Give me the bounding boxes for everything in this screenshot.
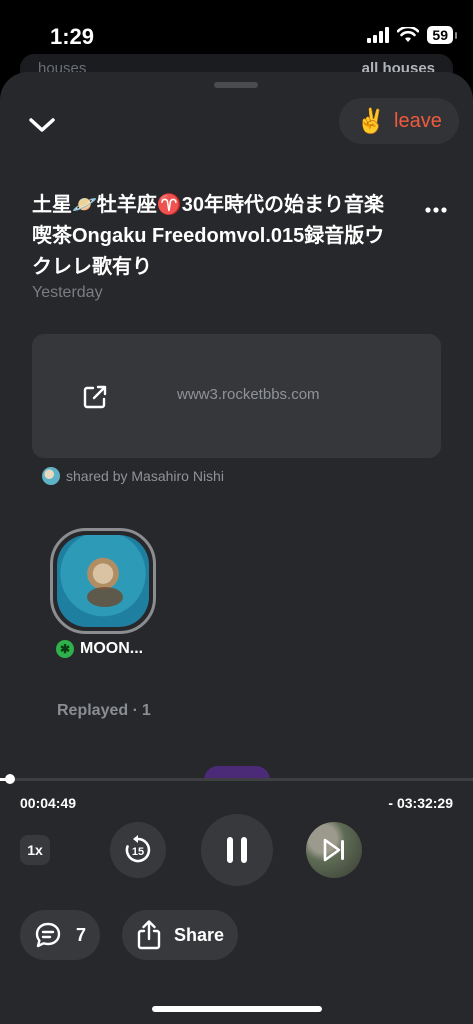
- playback-progress[interactable]: [0, 774, 473, 784]
- external-link-icon: [83, 385, 107, 409]
- share-label: Share: [173, 924, 225, 945]
- playback-speed-button[interactable]: 1x: [20, 835, 50, 865]
- peace-hand-icon: ✌️: [356, 107, 387, 135]
- sharer-avatar: [42, 467, 60, 485]
- battery-indicator: 59: [427, 26, 457, 44]
- pause-icon: [227, 837, 247, 863]
- remaining-time: - 03:32:29: [388, 795, 453, 811]
- share-button[interactable]: Share: [122, 910, 238, 960]
- rewind-seconds: 15: [132, 846, 144, 858]
- sheet-grabber[interactable]: [214, 82, 258, 88]
- shared-by-text: shared by Masahiro Nishi: [66, 468, 224, 484]
- more-dots-icon: [425, 207, 447, 213]
- comments-button[interactable]: 7: [20, 910, 100, 960]
- progress-scrubber[interactable]: [5, 774, 16, 784]
- link-card[interactable]: www3.rocketbbs.com: [32, 334, 441, 458]
- leave-label: leave: [394, 109, 442, 132]
- rewind-15-icon: 15: [125, 835, 151, 863]
- speaker-badge-icon: ✱: [56, 640, 74, 658]
- replay-sheet: ✌️ leave 土星🪐牡羊座♈️30年時代の始まり音楽喫茶Ongaku Fre…: [0, 72, 473, 1024]
- status-icons: 59: [367, 26, 457, 44]
- post-date: Yesterday: [32, 284, 103, 301]
- signal-icon: [367, 27, 390, 43]
- rewind-15-button[interactable]: 15: [110, 822, 166, 878]
- link-url: www3.rocketbbs.com: [177, 386, 320, 403]
- home-indicator[interactable]: [152, 1006, 322, 1012]
- speaker-name: MOON...: [80, 640, 144, 657]
- replayed-label: Replayed ·: [57, 702, 138, 719]
- comments-count: 7: [75, 924, 86, 945]
- shared-by-row: shared by Masahiro Nishi: [42, 467, 224, 485]
- collapse-button[interactable]: [24, 110, 60, 140]
- post-title: 土星🪐牡羊座♈️30年時代の始まり音楽喫茶Ongaku Freedomvol.0…: [32, 194, 385, 278]
- speaker-name-row: ✱ MOON...: [56, 640, 143, 658]
- speaker-avatar[interactable]: [50, 528, 156, 634]
- pause-button[interactable]: [201, 814, 273, 886]
- share-icon: [137, 920, 161, 950]
- wifi-icon: [397, 27, 420, 42]
- chevron-down-icon: [29, 118, 55, 132]
- more-options-button[interactable]: [425, 196, 447, 219]
- replayed-number: 1: [141, 702, 151, 719]
- next-replay-button[interactable]: [306, 822, 362, 878]
- skip-next-icon: [323, 838, 344, 862]
- speaker-photo: [57, 535, 149, 627]
- elapsed-time: 00:04:49: [20, 795, 77, 811]
- leave-button[interactable]: ✌️ leave: [339, 98, 459, 144]
- comment-bubble-icon: [35, 922, 61, 948]
- status-time: 1:29: [50, 24, 95, 49]
- replayed-count: Replayed · 1: [57, 702, 151, 720]
